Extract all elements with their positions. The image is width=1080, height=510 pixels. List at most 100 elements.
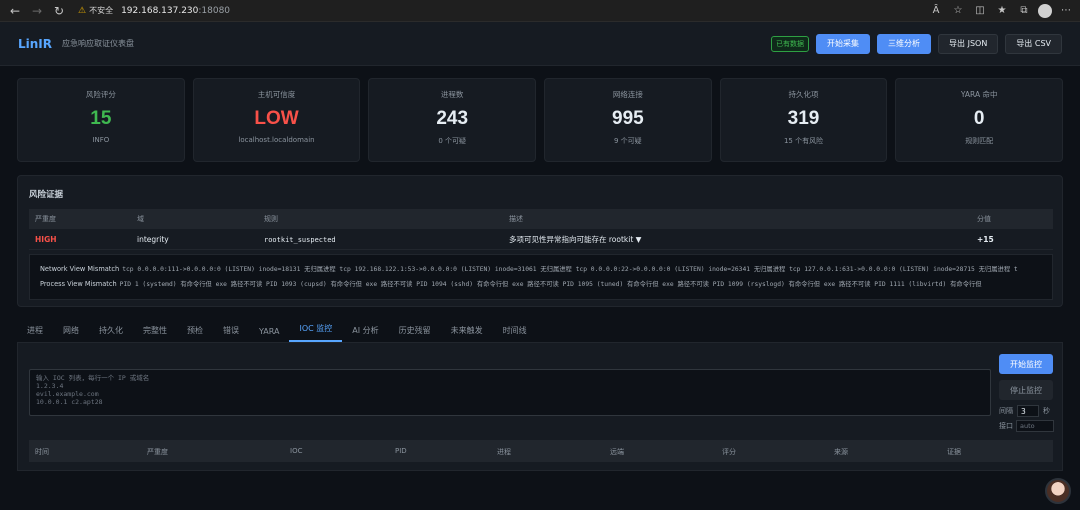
url-port: :18080 bbox=[198, 5, 231, 16]
export-csv-button[interactable]: 导出 CSV bbox=[1005, 33, 1062, 54]
risk-evidence-panel: 风险证据 严重度 域 规则 描述 分值 HIGH integrity rootk… bbox=[17, 175, 1063, 307]
card-value: 0 bbox=[973, 108, 985, 129]
severity-badge: HIGH bbox=[35, 235, 57, 244]
card-yara-hits: YARA 命中 0 规则匹配 bbox=[895, 78, 1064, 162]
evidence-label: Process View Mismatch bbox=[40, 280, 117, 288]
header-remote[interactable]: 远端 bbox=[610, 447, 624, 457]
tab-integrity[interactable]: 完整性 bbox=[133, 325, 177, 342]
three-dim-analysis-button[interactable]: 三维分析 bbox=[877, 33, 932, 54]
interval-control: 间隔 3 秒 bbox=[999, 405, 1050, 417]
insecure-label: 不安全 bbox=[89, 6, 114, 15]
header-actions: 已有数据 开始采集 三维分析 导出 JSON 导出 CSV bbox=[771, 33, 1062, 54]
forward-icon[interactable]: → bbox=[28, 2, 46, 20]
card-label: 进程数 bbox=[440, 90, 464, 99]
row-domain: integrity bbox=[137, 235, 169, 244]
start-collect-button[interactable]: 开始采集 bbox=[816, 33, 871, 54]
collections-icon[interactable]: ⧉ bbox=[1016, 3, 1032, 19]
header-evidence[interactable]: 证据 bbox=[947, 447, 961, 457]
browser-actions: Ȃ ☆ ◫ ★ ⧉ ⋯ bbox=[928, 3, 1074, 19]
app-logo[interactable]: LinIR bbox=[18, 37, 52, 51]
row-description-toggle[interactable]: 多项可见性异常指向可能存在 rootkit ▼ bbox=[509, 234, 641, 245]
evidence-text: tcp 0.0.0.0:111->0.0.0.0:0 (LISTEN) inod… bbox=[122, 266, 1018, 273]
interval-label: 间隔 bbox=[999, 407, 1013, 415]
risk-table-header: 严重度 域 规则 描述 分值 bbox=[29, 209, 1053, 229]
assistant-avatar[interactable] bbox=[1045, 478, 1071, 504]
ioc-monitor-panel: 输入 IOC 列表，每行一个 IP 或域名 1.2.3.4 evil.examp… bbox=[17, 343, 1063, 471]
profile-avatar[interactable] bbox=[1038, 3, 1052, 18]
reload-icon[interactable]: ↻ bbox=[50, 2, 68, 20]
evidence-line: Network View Mismatch tcp 0.0.0.0:111->0.… bbox=[40, 262, 1042, 277]
card-network-connections: 网络连接 995 9 个可疑 bbox=[544, 78, 712, 162]
security-indicator[interactable]: ⚠ 不安全 bbox=[78, 5, 113, 16]
header-description[interactable]: 描述 bbox=[509, 214, 523, 224]
interface-control: 接口 auto bbox=[999, 420, 1054, 432]
data-status-badge: 已有数据 bbox=[771, 35, 810, 52]
header-domain[interactable]: 域 bbox=[137, 214, 144, 224]
evidence-line: Process View Mismatch PID 1 (systemd) 有命令… bbox=[40, 277, 1042, 292]
app-subtitle: 应急响应取证仪表盘 bbox=[62, 39, 135, 48]
back-icon[interactable]: ← bbox=[6, 2, 24, 20]
split-screen-icon[interactable]: ◫ bbox=[972, 3, 988, 19]
tab-yara[interactable]: YARA bbox=[249, 327, 289, 342]
tab-errors[interactable]: 错误 bbox=[213, 325, 249, 342]
card-value: LOW bbox=[254, 108, 299, 129]
row-score: +15 bbox=[977, 235, 994, 244]
interface-label: 接口 bbox=[999, 422, 1013, 430]
export-json-button[interactable]: 导出 JSON bbox=[938, 33, 999, 54]
panel-title: 风险证据 bbox=[29, 190, 64, 200]
card-sub: 9 个可疑 bbox=[614, 137, 642, 145]
tab-ioc-monitor[interactable]: IOC 监控 bbox=[289, 323, 343, 342]
card-label: 风险评分 bbox=[85, 90, 116, 99]
header-severity[interactable]: 严重度 bbox=[35, 214, 56, 224]
card-value: 995 bbox=[612, 108, 644, 129]
ioc-list-input[interactable]: 输入 IOC 列表，每行一个 IP 或域名 1.2.3.4 evil.examp… bbox=[29, 369, 991, 416]
evidence-box: Network View Mismatch tcp 0.0.0.0:111->0.… bbox=[29, 254, 1053, 300]
tab-network[interactable]: 网络 bbox=[53, 325, 89, 342]
favorite-icon[interactable]: ☆ bbox=[950, 3, 966, 19]
header-score[interactable]: 评分 bbox=[722, 447, 736, 457]
header-pid[interactable]: PID bbox=[395, 447, 407, 455]
header-time[interactable]: 时间 bbox=[35, 447, 49, 457]
interface-input[interactable]: auto bbox=[1016, 420, 1054, 432]
header-rule[interactable]: 规则 bbox=[264, 214, 278, 224]
card-label: YARA 命中 bbox=[960, 90, 998, 99]
ioc-table-header: 时间 严重度 IOC PID 进程 远端 评分 来源 证据 bbox=[29, 440, 1053, 462]
tab-bar: 进程 网络 持久化 完整性 预检 错误 YARA IOC 监控 AI 分析 历史… bbox=[17, 320, 1063, 343]
card-label: 主机可信度 bbox=[257, 90, 296, 99]
table-row[interactable]: HIGH integrity rootkit_suspected 多项可见性异常… bbox=[29, 230, 1053, 250]
tab-processes[interactable]: 进程 bbox=[17, 325, 53, 342]
more-menu-icon[interactable]: ⋯ bbox=[1058, 3, 1074, 19]
interval-input[interactable]: 3 bbox=[1017, 405, 1039, 417]
card-label: 持久化项 bbox=[788, 90, 819, 99]
tab-ai-analysis[interactable]: AI 分析 bbox=[342, 325, 388, 342]
card-sub: 规则匹配 bbox=[965, 137, 994, 145]
browser-toolbar: ← → ↻ ⚠ 不安全 192.168.137.230:18080 Ȃ ☆ ◫ … bbox=[0, 0, 1080, 22]
card-persistence: 持久化项 319 15 个有风险 bbox=[719, 78, 888, 162]
header-process[interactable]: 进程 bbox=[497, 447, 511, 457]
url-host: 192.168.137.230 bbox=[121, 5, 199, 16]
card-sub: localhost.localdomain bbox=[238, 136, 315, 144]
header-ioc[interactable]: IOC bbox=[290, 447, 302, 455]
tab-future-trigger[interactable]: 未来触发 bbox=[441, 325, 493, 342]
tab-precheck[interactable]: 预检 bbox=[177, 325, 213, 342]
header-score[interactable]: 分值 bbox=[977, 214, 991, 224]
card-sub: 15 个有风险 bbox=[783, 137, 824, 145]
tab-history-residue[interactable]: 历史残留 bbox=[389, 325, 441, 342]
card-label: 网络连接 bbox=[612, 90, 643, 99]
app-header: LinIR 应急响应取证仪表盘 已有数据 开始采集 三维分析 导出 JSON 导… bbox=[0, 22, 1080, 66]
tab-timeline[interactable]: 时间线 bbox=[493, 325, 537, 342]
address-bar[interactable]: ⚠ 不安全 192.168.137.230:18080 bbox=[78, 3, 230, 19]
header-source[interactable]: 来源 bbox=[834, 447, 848, 457]
start-monitor-button[interactable]: 开始监控 bbox=[999, 354, 1053, 374]
read-aloud-icon[interactable]: Ȃ bbox=[928, 3, 944, 19]
card-risk-score: 风险评分 15 INFO bbox=[17, 78, 185, 162]
evidence-text: PID 1 (systemd) 有命令行但 exe 路径不可读 PID 1093… bbox=[119, 281, 982, 288]
favorites-list-icon[interactable]: ★ bbox=[994, 3, 1010, 19]
stop-monitor-button[interactable]: 停止监控 bbox=[999, 380, 1053, 400]
evidence-label: Network View Mismatch bbox=[40, 265, 120, 273]
warning-icon: ⚠ bbox=[78, 5, 87, 16]
header-severity[interactable]: 严重度 bbox=[147, 447, 168, 457]
card-sub: INFO bbox=[92, 136, 110, 144]
tab-persistence[interactable]: 持久化 bbox=[89, 325, 133, 342]
card-host-trust: 主机可信度 LOW localhost.localdomain bbox=[192, 78, 361, 162]
